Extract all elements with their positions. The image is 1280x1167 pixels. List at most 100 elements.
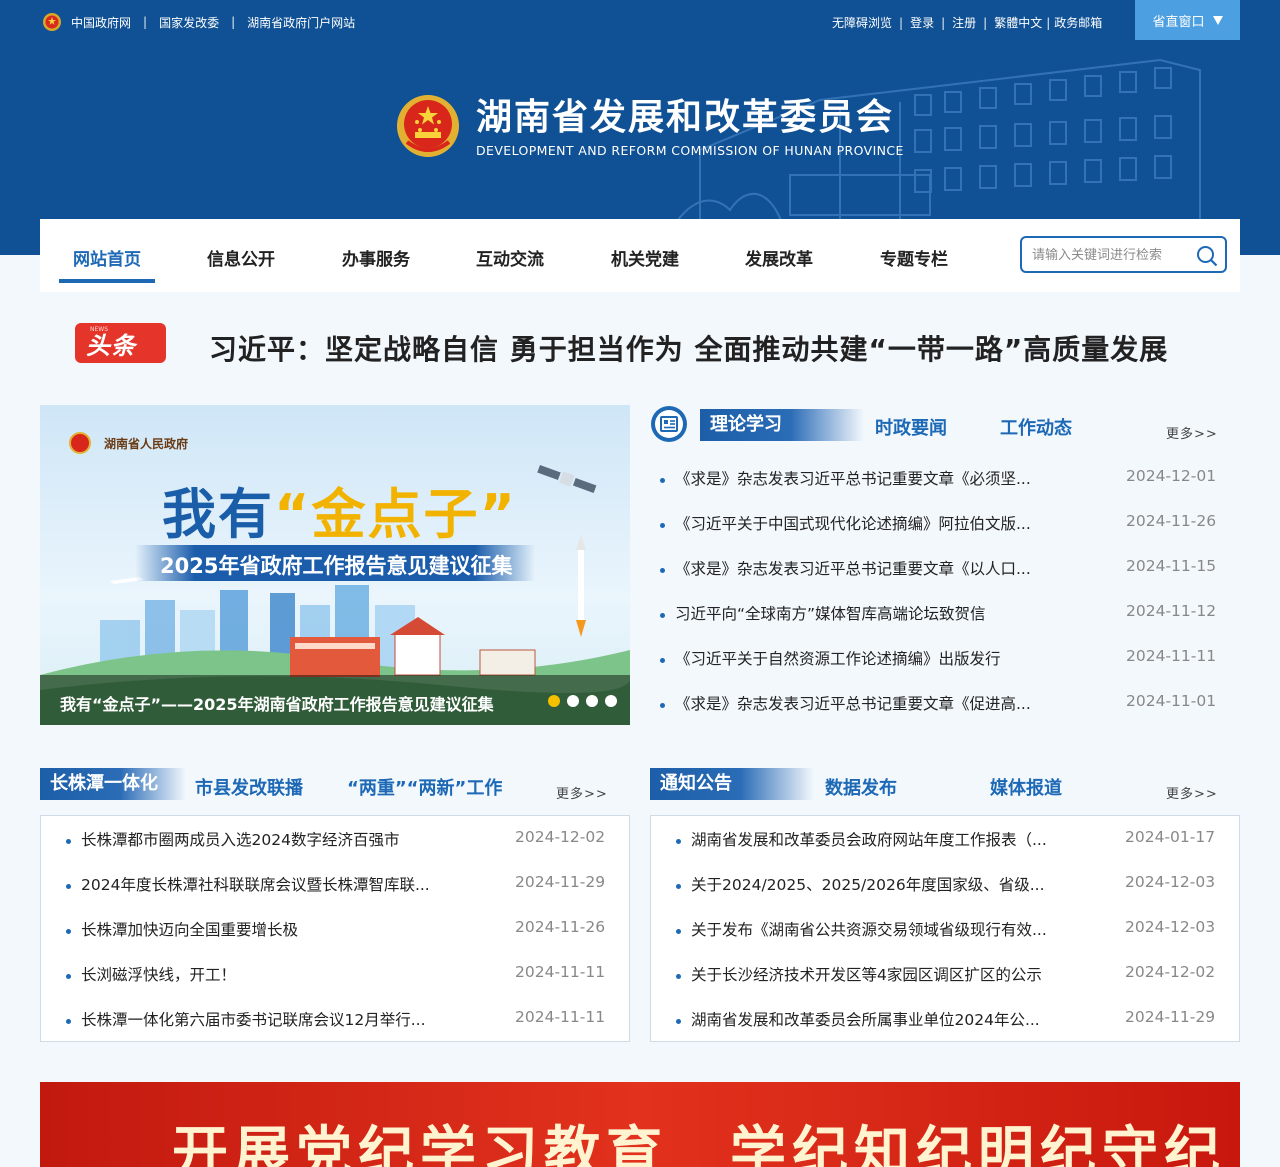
tab-theory-study[interactable]: 理论学习 <box>700 409 864 441</box>
search-input[interactable] <box>1032 245 1192 265</box>
link-accessibility[interactable]: 无障碍浏览 <box>832 14 892 31</box>
tab-two-key-two-new[interactable]: “两重”“两新”工作 <box>347 774 502 800</box>
nav-home[interactable]: 网站首页 <box>73 245 141 270</box>
list-item[interactable]: 湖南省发展和改革委员会政府网站年度工作报表（... 2024-01-17 <box>676 824 1226 869</box>
item-date: 2024-11-01 <box>1126 692 1217 710</box>
bullet <box>660 613 665 618</box>
province-window-dropdown[interactable]: 省直窗口 <box>1135 0 1240 40</box>
triangle-down-icon <box>1212 15 1223 25</box>
item-date: 2024-11-15 <box>1126 557 1217 575</box>
bullet <box>66 974 71 979</box>
bullet <box>66 1019 71 1024</box>
headline-link[interactable]: 习近平：坚定战略自信 勇于担当作为 全面推动共建“一带一路”高质量发展 <box>209 328 1168 368</box>
bullet <box>66 884 71 889</box>
nav-interaction[interactable]: 互动交流 <box>476 245 544 270</box>
item-title: 关于长沙经济技术开发区等4家园区调区扩区的公示 <box>691 966 1042 984</box>
item-title: 长浏磁浮快线，开工！ <box>81 966 237 984</box>
carousel-dot[interactable] <box>586 695 598 707</box>
banner-caption[interactable]: 我有“金点子”——2025年湖南省政府工作报告意见建议征集 <box>60 691 494 715</box>
bullet <box>660 658 665 663</box>
search-icon[interactable] <box>1196 245 1218 267</box>
list-item[interactable]: 《习近平关于中国式现代化论述摘编》阿拉伯文版... 2024-11-26 <box>660 508 1220 553</box>
carousel-banner[interactable]: 湖南省人民政府 我有“金点子” 2025年省政府工作报告意见建议征集 我有“金点… <box>40 405 630 725</box>
list-item[interactable]: 《求是》杂志发表习近平总书记重要文章《以人口... 2024-11-15 <box>660 553 1220 598</box>
tab-media-reports[interactable]: 媒体报道 <box>990 774 1062 800</box>
item-title: 湖南省发展和改革委员会政府网站年度工作报表（... <box>691 831 1047 849</box>
link-gov-mail[interactable]: 政务邮箱 <box>1054 14 1102 31</box>
carousel-dot[interactable] <box>605 695 617 707</box>
banner-gov-label: 湖南省人民政府 <box>104 437 189 451</box>
carousel-dot[interactable] <box>567 695 579 707</box>
list-item[interactable]: 关于发布《湖南省公共资源交易领域省级现行有效... 2024-12-03 <box>676 914 1226 959</box>
czt-news-list: 长株潭都市圈两成员入选2024数字经济百强市 2024-12-02 2024年度长… <box>66 824 616 1049</box>
separator: | <box>941 15 946 30</box>
item-date: 2024-11-11 <box>1126 647 1217 665</box>
party-education-slogan: 开展党纪学习教育 学纪知纪明纪守纪 <box>172 1120 1226 1167</box>
item-date: 2024-11-11 <box>515 963 606 981</box>
bullet <box>66 929 71 934</box>
notice-list: 湖南省发展和改革委员会政府网站年度工作报表（... 2024-01-17 关于20… <box>676 824 1226 1049</box>
link-traditional-chinese[interactable]: 繁體中文 <box>994 14 1042 31</box>
search-box <box>1020 236 1227 273</box>
more-link-notices[interactable]: 更多>> <box>1166 783 1218 802</box>
list-item[interactable]: 《求是》杂志发表习近平总书记重要文章《必须坚... 2024-12-01 <box>660 463 1220 508</box>
separator: | <box>143 15 148 29</box>
link-hunan-gov[interactable]: 湖南省政府门户网站 <box>247 14 355 31</box>
list-item[interactable]: 习近平向“全球南方”媒体智库高端论坛致贺信 2024-11-12 <box>660 598 1220 643</box>
site-header: 中国政府网 | 国家发改委 | 湖南省政府门户网站 无障碍浏览 | 登录 | 注… <box>0 0 1280 255</box>
separator: | <box>231 15 236 29</box>
newspaper-icon <box>651 406 687 442</box>
tab-current-affairs[interactable]: 时政要闻 <box>875 414 947 440</box>
link-ndrc[interactable]: 国家发改委 <box>159 14 219 31</box>
more-link-theory[interactable]: 更多>> <box>1166 423 1218 442</box>
carousel-dot[interactable] <box>548 695 560 707</box>
headline-badge-text: 头条 <box>86 332 136 360</box>
item-title: 长株潭都市圈两成员入选2024数字经济百强市 <box>81 831 400 849</box>
nav-services[interactable]: 办事服务 <box>342 245 410 270</box>
item-title: 长株潭加快迈向全国重要增长极 <box>81 921 299 939</box>
site-logo[interactable]: 湖南省发展和改革委员会 DEVELOPMENT AND REFORM COMMI… <box>395 92 904 160</box>
link-register[interactable]: 注册 <box>952 14 976 31</box>
tab-city-county-broadcast[interactable]: 市县发改联播 <box>195 774 303 800</box>
tab-notices[interactable]: 通知公告 <box>650 768 814 800</box>
site-title: 湖南省发展和改革委员会 <box>476 95 895 138</box>
list-item[interactable]: 《求是》杂志发表习近平总书记重要文章《促进高... 2024-11-01 <box>660 688 1220 733</box>
nav-info-disclosure[interactable]: 信息公开 <box>207 245 275 270</box>
tab-work-updates[interactable]: 工作动态 <box>1000 414 1072 440</box>
carousel-dots <box>548 695 617 707</box>
bullet <box>660 568 665 573</box>
nav-development-reform[interactable]: 发展改革 <box>745 245 813 270</box>
list-item[interactable]: 长株潭一体化第六届市委书记联席会议12月举行... 2024-11-11 <box>66 1004 616 1049</box>
list-item[interactable]: 关于长沙经济技术开发区等4家园区调区扩区的公示 2024-12-02 <box>676 959 1226 1004</box>
list-item[interactable]: 长株潭加快迈向全国重要增长极 2024-11-26 <box>66 914 616 959</box>
list-item[interactable]: 关于2024/2025、2025/2026年度国家级、省级... 2024-12-… <box>676 869 1226 914</box>
separator: | <box>1046 15 1051 30</box>
bullet <box>676 884 681 889</box>
link-gov-cn[interactable]: 中国政府网 <box>71 14 131 31</box>
bullet <box>660 478 665 483</box>
tab-data-release[interactable]: 数据发布 <box>825 774 897 800</box>
item-title: 习近平向“全球南方”媒体智库高端论坛致贺信 <box>675 605 986 623</box>
tab-czt-integration[interactable]: 长株潭一体化 <box>40 768 186 800</box>
list-item[interactable]: 长株潭都市圈两成员入选2024数字经济百强市 2024-12-02 <box>66 824 616 869</box>
list-item[interactable]: 长浏磁浮快线，开工！ 2024-11-11 <box>66 959 616 1004</box>
item-date: 2024-11-26 <box>515 918 606 936</box>
list-item[interactable]: 《习近平关于自然资源工作论述摘编》出版发行 2024-11-11 <box>660 643 1220 688</box>
site-subtitle-en: DEVELOPMENT AND REFORM COMMISSION OF HUN… <box>476 142 904 158</box>
national-emblem-icon <box>397 95 459 157</box>
bullet <box>66 839 71 844</box>
nav-party-building[interactable]: 机关党建 <box>611 245 679 270</box>
nav-special-topics[interactable]: 专题专栏 <box>880 245 948 270</box>
link-login[interactable]: 登录 <box>910 14 934 31</box>
item-title: 《习近平关于自然资源工作论述摘编》出版发行 <box>675 650 1001 668</box>
item-date: 2024-11-29 <box>515 873 606 891</box>
item-title: 关于发布《湖南省公共资源交易领域省级现行有效... <box>691 921 1047 939</box>
party-education-banner[interactable]: 开展党纪学习教育 学纪知纪明纪守纪 <box>40 1082 1240 1167</box>
bullet <box>676 974 681 979</box>
more-link-czt[interactable]: 更多>> <box>556 783 608 802</box>
list-item[interactable]: 湖南省发展和改革委员会所属事业单位2024年公... 2024-11-29 <box>676 1004 1226 1049</box>
item-title: 《求是》杂志发表习近平总书记重要文章《以人口... <box>675 560 1031 578</box>
bullet <box>660 523 665 528</box>
headline-badge: NEWS 头条 <box>75 323 166 363</box>
list-item[interactable]: 2024年度长株潭社科联联席会议暨长株潭智库联... 2024-11-29 <box>66 869 616 914</box>
